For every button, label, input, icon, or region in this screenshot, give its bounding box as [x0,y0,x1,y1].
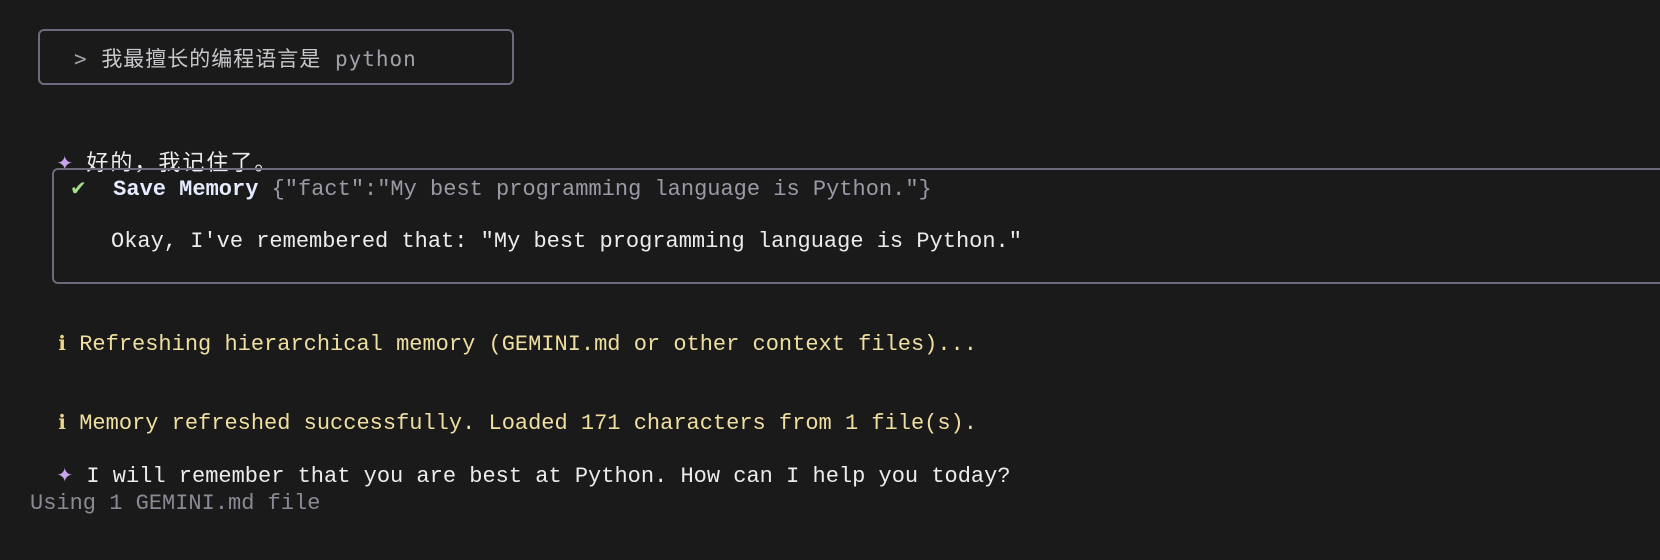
info-message-refreshing: ℹ Refreshing hierarchical memory (GEMINI… [32,306,977,357]
prompt-arrow: > [74,47,88,71]
assistant-reply-2-text: I will remember that you are best at Pyt… [86,464,1011,489]
info-message-refreshed: ℹ Memory refreshed successfully. Loaded … [32,385,977,436]
tool-result: Okay, I've remembered that: "My best pro… [111,229,1022,254]
info-message-refreshed-text: Memory refreshed successfully. Loaded 17… [79,411,977,436]
tool-name: Save Memory [113,177,259,202]
context-files-status: Using 1 GEMINI.md file [30,491,321,516]
sparkle-icon: ✦ [56,463,74,487]
tool-args: {"fact":"My best programming language is… [271,177,932,202]
info-message-refreshing-text: Refreshing hierarchical memory (GEMINI.m… [79,332,977,357]
tool-call-box: ✔ Save Memory {"fact":"My best programmi… [52,168,1660,284]
tool-call-header: ✔ Save Memory {"fact":"My best programmi… [70,176,932,202]
prompt-text-latin: python [334,47,417,71]
user-prompt-text: > 我最擅长的编程语言是 python [74,43,417,73]
prompt-text-cn: 我最擅长的编程语言是 [101,47,322,71]
info-icon: ℹ [58,331,67,355]
assistant-reply-2: ✦ I will remember that you are best at P… [30,438,1011,489]
user-prompt-box: > 我最擅长的编程语言是 python [38,29,514,85]
info-icon: ℹ [58,410,67,434]
check-icon: ✔ [70,176,87,200]
